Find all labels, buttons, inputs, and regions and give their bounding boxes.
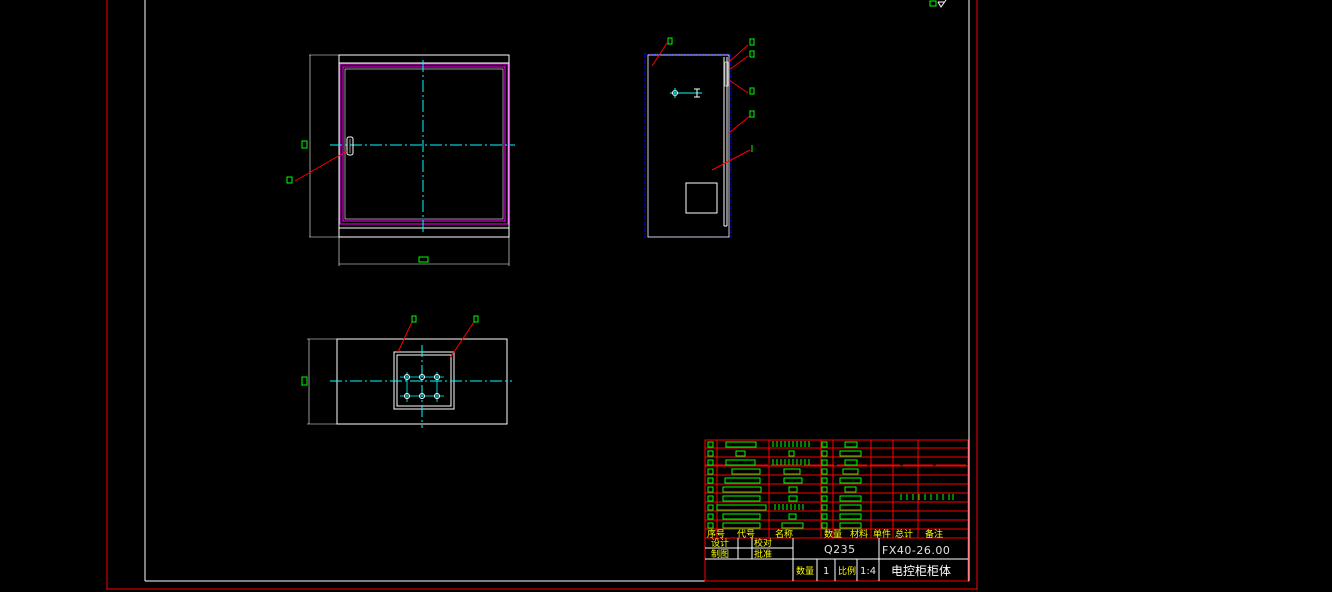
header-name: 名称 <box>775 528 793 540</box>
drawing-number: FX40-26.00 <box>882 544 950 557</box>
header-remarks: 备注 <box>925 528 943 540</box>
front-view <box>286 54 515 266</box>
approver-label: 批准 <box>754 548 772 560</box>
header-qty: 数量 <box>824 528 842 540</box>
top-view <box>301 315 512 428</box>
side-view <box>644 37 755 238</box>
scale-label: 比例 <box>838 565 856 577</box>
designer-label: 设计 <box>711 537 729 549</box>
drafter-label: 制图 <box>711 548 729 560</box>
header-material: 材料 <box>850 528 868 540</box>
checker-label: 校对 <box>754 537 772 549</box>
surface-roughness-symbol <box>929 0 947 8</box>
parts-list-placeholders <box>707 441 862 529</box>
header-total-weight: 总计 <box>895 528 913 540</box>
cad-drawing: 序号 代号 名称 数量 材料 单件 总计 备注 设计 校对 制图 批准 Q235… <box>106 0 978 590</box>
quantity-value: 1 <box>823 566 829 577</box>
material-value: Q235 <box>824 543 856 556</box>
title-block: 序号 代号 名称 数量 材料 单件 总计 备注 设计 校对 制图 批准 Q235… <box>704 439 969 582</box>
part-name: 电控柜柜体 <box>891 564 951 578</box>
scale-value: 1:4 <box>860 566 876 577</box>
header-unit-weight: 单件 <box>873 528 891 540</box>
quantity-label: 数量 <box>796 565 814 577</box>
